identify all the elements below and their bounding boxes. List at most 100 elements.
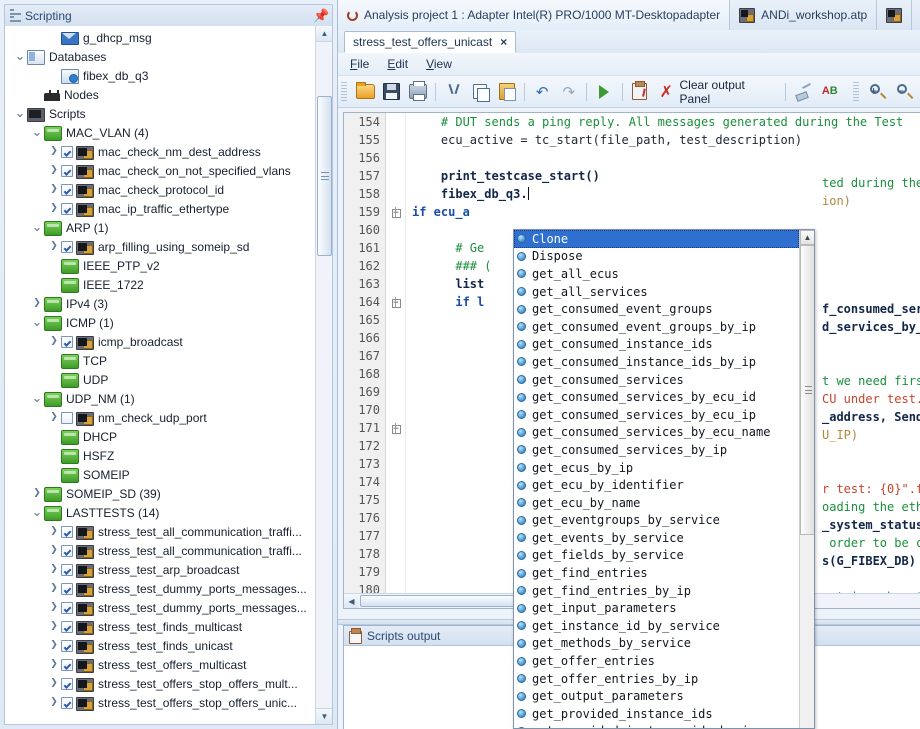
autocomplete-item[interactable]: get_provided_instance_ids bbox=[514, 705, 799, 723]
toolbar-drag-handle[interactable] bbox=[341, 81, 347, 102]
tree-item[interactable]: ❯ stress_test_all_communication_traffi... bbox=[5, 522, 314, 541]
chevron-right-icon[interactable]: ❯ bbox=[30, 484, 44, 503]
tree-item[interactable]: ❯ mac_check_protocol_id bbox=[5, 180, 314, 199]
tree-vertical-scrollbar[interactable]: ▲ ▼ bbox=[315, 26, 332, 724]
chevron-right-icon[interactable]: ❯ bbox=[47, 636, 61, 655]
autocomplete-scroll-up-button[interactable]: ▲ bbox=[800, 230, 814, 245]
zoom-in-button[interactable]: + bbox=[864, 78, 891, 105]
tree-item-checkbox[interactable] bbox=[61, 240, 73, 253]
menu-item-file[interactable]: File bbox=[350, 57, 369, 71]
tree-item[interactable]: ❯ mac_check_nm_dest_address bbox=[5, 142, 314, 161]
fold-collapse-icon[interactable]: − bbox=[391, 424, 401, 434]
pin-icon[interactable]: 📌 bbox=[313, 9, 329, 23]
print-button[interactable] bbox=[405, 78, 432, 105]
spellcheck-button[interactable]: AB bbox=[817, 78, 844, 105]
autocomplete-item[interactable]: get_eventgroups_by_service bbox=[514, 512, 799, 530]
tree-item-checkbox[interactable] bbox=[61, 335, 73, 348]
tree-item[interactable]: ⌄ MAC_VLAN (4) bbox=[5, 123, 314, 142]
autocomplete-item[interactable]: get_consumed_instance_ids_by_ip bbox=[514, 353, 799, 371]
fold-collapse-icon[interactable]: − bbox=[391, 298, 401, 308]
tree-item-checkbox[interactable] bbox=[61, 639, 73, 652]
cut-button[interactable] bbox=[440, 78, 467, 105]
chevron-right-icon[interactable]: ❯ bbox=[47, 142, 61, 161]
tree-item[interactable]: UDP bbox=[5, 370, 314, 389]
autocomplete-item[interactable]: get_consumed_services_by_ip bbox=[514, 441, 799, 459]
autocomplete-item[interactable]: get_consumed_services_by_ecu_ip bbox=[514, 406, 799, 424]
autocomplete-item[interactable]: get_methods_by_service bbox=[514, 635, 799, 653]
chevron-right-icon[interactable]: ❯ bbox=[47, 617, 61, 636]
tree-item[interactable]: g_dhcp_msg bbox=[5, 28, 314, 47]
tree-item[interactable]: ❯ SOMEIP_SD (39) bbox=[5, 484, 314, 503]
chevron-right-icon[interactable]: ❯ bbox=[47, 655, 61, 674]
autocomplete-item[interactable]: get_find_entries bbox=[514, 564, 799, 582]
autocomplete-scrollbar[interactable]: ▲ bbox=[799, 230, 814, 728]
code-line[interactable]: 155 ecu_active = tc_start(file_path, tes… bbox=[344, 131, 920, 149]
fold-marker[interactable]: − bbox=[386, 422, 406, 434]
redo-button[interactable]: ↷ bbox=[555, 78, 582, 105]
autocomplete-popup[interactable]: Clone Dispose get_all_ecus get_all_services… bbox=[513, 229, 815, 729]
tree-item[interactable]: ❯ stress_test_finds_multicast bbox=[5, 617, 314, 636]
fold-marker[interactable]: − bbox=[386, 206, 406, 218]
menu-item-edit[interactable]: Edit bbox=[387, 57, 408, 71]
tree-scroll-thumb[interactable] bbox=[317, 96, 332, 256]
copy-button[interactable] bbox=[467, 78, 494, 105]
document-tab[interactable]: Analysis project 1 : Adapter Intel(R) PR… bbox=[338, 0, 731, 30]
autocomplete-item[interactable]: get_offer_entries_by_ip bbox=[514, 670, 799, 688]
tree-item[interactable]: DHCP bbox=[5, 427, 314, 446]
autocomplete-scroll-thumb[interactable] bbox=[800, 245, 814, 535]
autocomplete-item[interactable]: get_all_services bbox=[514, 283, 799, 301]
chevron-right-icon[interactable]: ❯ bbox=[47, 674, 61, 693]
tree-item[interactable]: ❯ stress_test_finds_unicast bbox=[5, 636, 314, 655]
chevron-right-icon[interactable]: ❯ bbox=[47, 199, 61, 218]
chevron-down-icon[interactable]: ⌄ bbox=[30, 316, 44, 329]
tree-item[interactable]: ❯ nm_check_udp_port bbox=[5, 408, 314, 427]
tree-item[interactable]: ❯ mac_check_on_not_specified_vlans bbox=[5, 161, 314, 180]
tree-item-checkbox[interactable] bbox=[61, 145, 73, 158]
tree-item-checkbox[interactable] bbox=[61, 677, 73, 690]
autocomplete-item[interactable]: get_input_parameters bbox=[514, 599, 799, 617]
tree-item-checkbox[interactable] bbox=[61, 563, 73, 576]
tree-item[interactable]: ❯ stress_test_dummy_ports_messages... bbox=[5, 598, 314, 617]
autocomplete-item[interactable]: get_find_entries_by_ip bbox=[514, 582, 799, 600]
tree-item[interactable]: ⌄ UDP_NM (1) bbox=[5, 389, 314, 408]
chevron-down-icon[interactable]: ⌄ bbox=[30, 126, 44, 139]
tree-item-checkbox[interactable] bbox=[61, 411, 73, 424]
chevron-right-icon[interactable]: ❯ bbox=[47, 693, 61, 712]
tree-item[interactable]: HSFZ bbox=[5, 446, 314, 465]
fold-collapse-icon[interactable]: − bbox=[391, 208, 401, 218]
fold-marker[interactable]: − bbox=[386, 296, 406, 308]
tree-item[interactable]: ⌄ ARP (1) bbox=[5, 218, 314, 237]
tree-item[interactable]: Nodes bbox=[5, 85, 314, 104]
autocomplete-item[interactable]: get_events_by_service bbox=[514, 529, 799, 547]
tree-item-checkbox[interactable] bbox=[61, 202, 73, 215]
chevron-right-icon[interactable]: ❯ bbox=[47, 598, 61, 617]
tree-item[interactable]: ❯ mac_ip_traffic_ethertype bbox=[5, 199, 314, 218]
chevron-right-icon[interactable]: ❯ bbox=[47, 161, 61, 180]
autocomplete-item[interactable]: Dispose bbox=[514, 248, 799, 266]
chevron-right-icon[interactable]: ❯ bbox=[47, 579, 61, 598]
chevron-right-icon[interactable]: ❯ bbox=[47, 541, 61, 560]
clear-output-panel-label[interactable]: Clear output Panel bbox=[680, 78, 782, 106]
autocomplete-item[interactable]: get_consumed_event_groups_by_ip bbox=[514, 318, 799, 336]
tree-item[interactable]: ❯ stress_test_offers_stop_offers_mult... bbox=[5, 674, 314, 693]
menu-item-view[interactable]: View bbox=[426, 57, 452, 71]
tree-item-checkbox[interactable] bbox=[61, 620, 73, 633]
chevron-right-icon[interactable]: ❯ bbox=[47, 408, 61, 427]
tree-item[interactable]: ❯ stress_test_arp_broadcast bbox=[5, 560, 314, 579]
autocomplete-item[interactable]: get_consumed_services bbox=[514, 371, 799, 389]
save-button[interactable] bbox=[378, 78, 405, 105]
clear-output-panel-x-button[interactable]: ✗ bbox=[653, 78, 680, 105]
autocomplete-item[interactable]: get_provided_instance_ids_by_ip bbox=[514, 723, 799, 728]
tree-item[interactable]: ⌄ ICMP (1) bbox=[5, 313, 314, 332]
tree-item[interactable]: ❯ stress_test_offers_stop_offers_unic... bbox=[5, 693, 314, 712]
autocomplete-item[interactable]: get_ecu_by_identifier bbox=[514, 476, 799, 494]
tree-scroll-up-button[interactable]: ▲ bbox=[316, 26, 332, 42]
cleanup-button[interactable] bbox=[790, 78, 817, 105]
chevron-right-icon[interactable]: ❯ bbox=[30, 294, 44, 313]
autocomplete-item[interactable]: get_offer_entries bbox=[514, 652, 799, 670]
undo-button[interactable]: ↶ bbox=[529, 78, 556, 105]
chevron-right-icon[interactable]: ❯ bbox=[47, 522, 61, 541]
tree-item[interactable]: IEEE_PTP_v2 bbox=[5, 256, 314, 275]
tree-item-checkbox[interactable] bbox=[61, 696, 73, 709]
zoom-out-button[interactable]: − bbox=[891, 78, 918, 105]
